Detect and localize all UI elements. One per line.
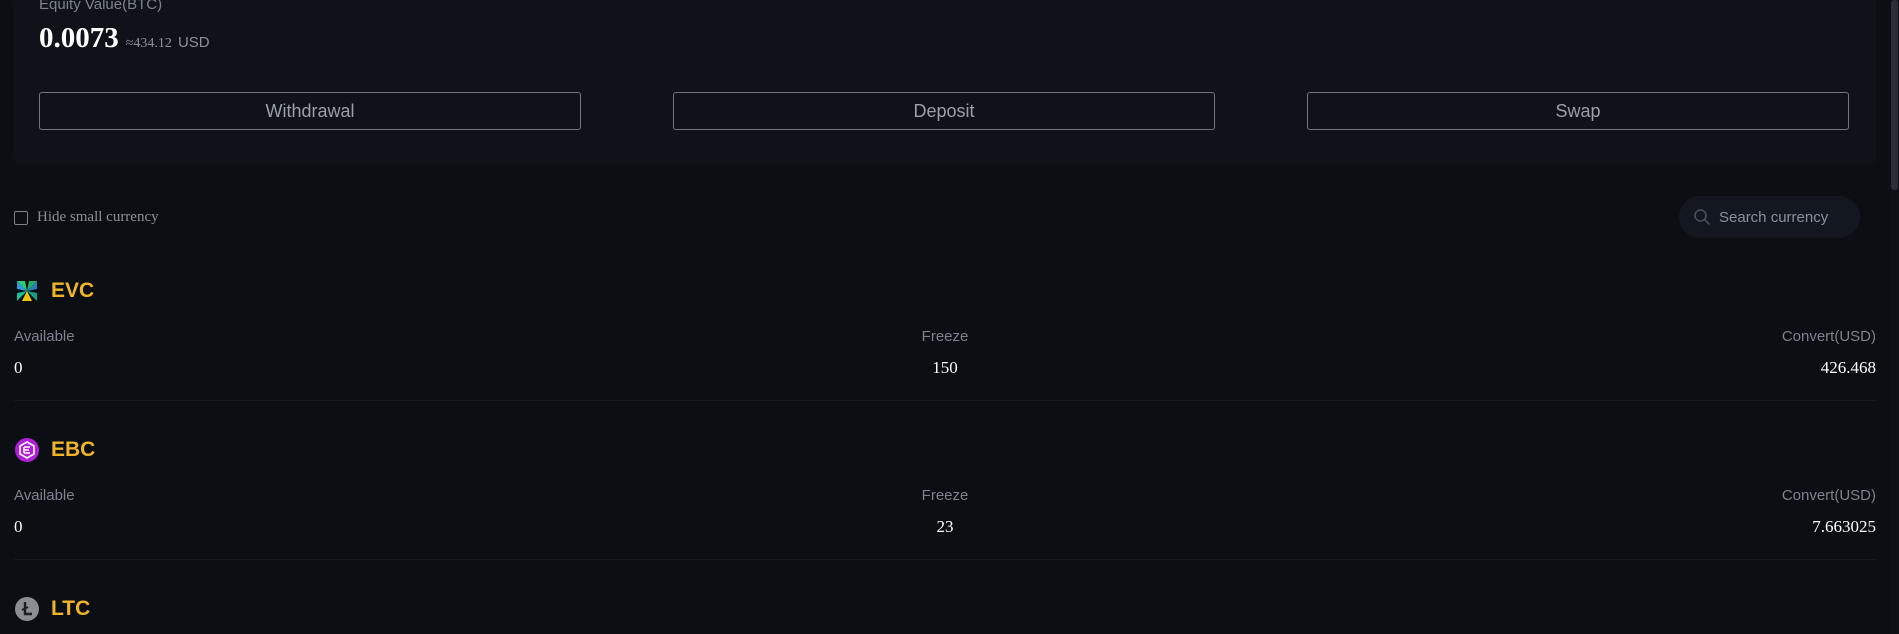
evc-coin-icon	[14, 278, 40, 304]
freeze-label: Freeze	[921, 328, 969, 345]
convert-label: Convert(USD)	[1781, 487, 1876, 504]
available-label: Available	[14, 328, 75, 345]
currency-head: EVC	[14, 278, 94, 304]
swap-button[interactable]: Swap	[1307, 92, 1849, 130]
available-value: 0	[14, 358, 23, 377]
currency-row-evc[interactable]: EVC Available Freeze Convert(USD) 0 150 …	[14, 278, 1876, 433]
search-currency-input[interactable]	[1717, 207, 1861, 227]
hide-small-label: Hide small currency	[37, 209, 159, 225]
equity-card: Equity Value(BTC) 0.0073 ≈434.12 USD Wit…	[14, 0, 1876, 164]
available-value: 0	[14, 517, 23, 536]
deposit-button[interactable]: Deposit	[673, 92, 1215, 130]
row-divider	[14, 400, 1876, 401]
convert-label: Convert(USD)	[1781, 328, 1876, 345]
convert-value: 7.663025	[1812, 517, 1876, 536]
scrollbar-thumb[interactable]	[1891, 0, 1898, 190]
hide-small-currency-toggle[interactable]: Hide small currency	[14, 209, 159, 226]
equity-approx-usd: ≈434.12	[125, 36, 172, 51]
convert-value: 426.468	[1820, 358, 1876, 377]
coin-name: EVC	[51, 279, 95, 302]
coin-name: EBC	[51, 438, 96, 461]
equity-value-row: 0.0073 ≈434.12 USD	[39, 22, 210, 55]
freeze-value: 150	[932, 358, 958, 377]
currency-row-ebc[interactable]: EBC Available Freeze Convert(USD) 0 23 7…	[14, 437, 1876, 592]
withdrawal-button[interactable]: Withdrawal	[39, 92, 581, 130]
ltc-coin-icon	[14, 596, 40, 622]
equity-unit: USD	[177, 34, 210, 51]
row-divider	[14, 559, 1876, 560]
freeze-value: 23	[936, 517, 954, 536]
currency-head: EBC	[14, 437, 95, 463]
hide-small-checkbox[interactable]	[14, 210, 28, 225]
coin-name: LTC	[51, 597, 91, 620]
assets-page: Equity Value(BTC) 0.0073 ≈434.12 USD Wit…	[0, 0, 1899, 634]
page-scrollbar[interactable]	[1890, 0, 1899, 634]
ebc-coin-icon	[14, 437, 40, 463]
freeze-label: Freeze	[921, 487, 969, 504]
search-currency-box[interactable]	[1679, 196, 1861, 238]
equity-label: Equity Value(BTC)	[39, 0, 163, 13]
currency-head: LTC	[14, 596, 90, 622]
search-icon	[1693, 208, 1711, 226]
available-label: Available	[14, 487, 75, 504]
currency-row-ltc[interactable]: LTC	[14, 596, 1876, 634]
equity-value: 0.0073	[39, 22, 119, 54]
